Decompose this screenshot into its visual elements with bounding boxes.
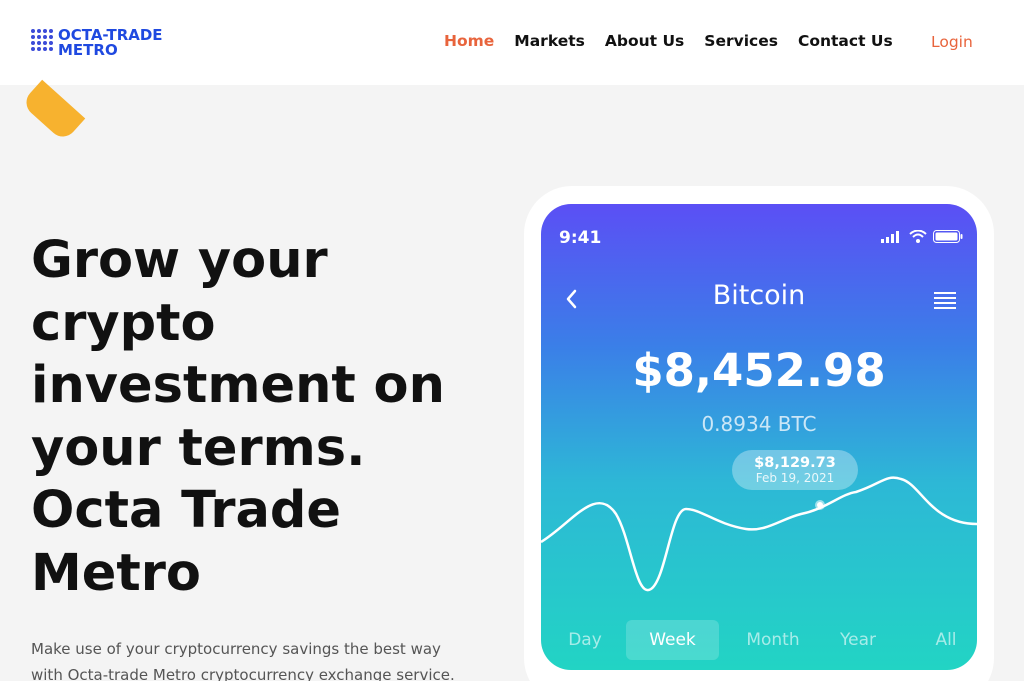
phone-screen: 9:41 Bitcoin $8,452.98 0.8934 BTC $8,129… [541,204,977,670]
login-link[interactable]: Login [931,33,973,51]
signal-icon [881,231,899,243]
hero-title-line: investment on [31,356,445,415]
tooltip-price: $8,129.73 [754,455,836,471]
nav-services[interactable]: Services [704,32,778,50]
status-time: 9:41 [559,228,602,248]
coin-name: Bitcoin [712,280,806,311]
selected-point-core [817,502,823,508]
hero-title-line: Grow your [31,231,328,290]
nav-about-us[interactable]: About Us [605,32,684,50]
nav-contact-us[interactable]: Contact Us [798,32,893,50]
coin-btc-amount: 0.8934 BTC [701,412,817,436]
nav-home[interactable]: Home [444,32,494,50]
hero-title: Grow your crypto investment on your term… [31,230,501,605]
logo-dots-icon [31,29,53,57]
status-icons [881,230,963,243]
main-nav: Home Markets About Us Services Contact U… [444,32,893,50]
wifi-icon [909,230,927,243]
decorative-shape [20,79,86,143]
logo[interactable]: OCTA-TRADE METRO [31,28,163,58]
nav-markets[interactable]: Markets [514,32,585,50]
site-header: OCTA-TRADE METRO Home Markets About Us S… [0,0,1024,85]
logo-line2: METRO [58,41,118,59]
tooltip-date: Feb 19, 2021 [755,471,835,485]
tab-week[interactable]: Week [626,620,719,660]
hero-title-line: Octa Trade [31,481,341,540]
logo-text: OCTA-TRADE METRO [58,28,163,58]
tab-all[interactable]: All [924,620,968,660]
menu-lines-icon[interactable] [933,290,957,310]
hero-description-line: Make use of your cryptocurrency savings … [31,640,441,658]
hero-title-line: crypto [31,293,216,353]
time-range-tabs: Day Week Month Year All [541,620,977,660]
tab-day[interactable]: Day [557,620,613,660]
hero-title-line: your terms. [31,418,366,478]
price-line [541,476,977,592]
tab-year[interactable]: Year [829,620,887,660]
coin-value: $8,452.98 [632,344,886,397]
battery-icon [933,230,963,243]
tab-month[interactable]: Month [737,620,809,660]
hero-title-line: Metro [31,543,201,603]
price-tooltip: $8,129.73 Feb 19, 2021 [732,450,858,490]
hero-description: Make use of your cryptocurrency savings … [31,636,501,681]
hero-description-line: with Octa-trade Metro cryptocurrency exc… [31,666,455,681]
